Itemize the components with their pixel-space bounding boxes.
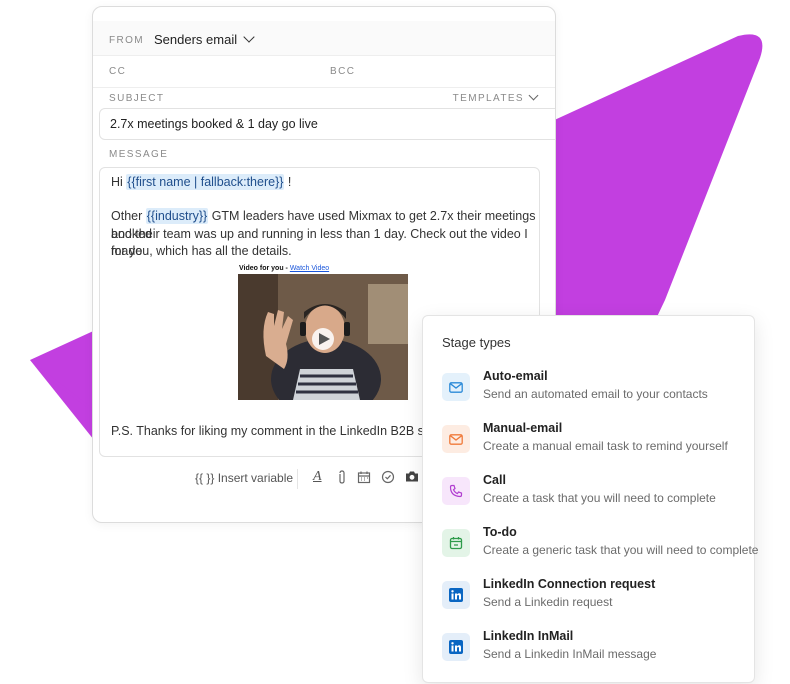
subject-label: SUBJECT (109, 93, 165, 104)
stage-types-panel: Stage types Auto-email Send an automated… (422, 315, 758, 683)
insert-variable-button[interactable]: {{ }} Insert variable (195, 471, 293, 485)
cc-row: CC BCC (93, 55, 555, 88)
stage-name: To-do (483, 525, 517, 539)
envelope-icon (442, 373, 470, 401)
templates-label: TEMPLATES (452, 93, 524, 104)
toolbar-divider (297, 469, 298, 489)
video-caption-text: Video for you - (239, 265, 288, 272)
greeting-text: Hi (111, 175, 123, 189)
cc-field[interactable]: CC (109, 66, 126, 77)
stage-name: Manual-email (483, 421, 563, 435)
calendar-icon[interactable] (357, 470, 371, 487)
chevron-down-icon (528, 90, 539, 101)
linkedin-icon (442, 581, 470, 609)
envelope-icon (442, 425, 470, 453)
stage-auto-email[interactable]: Auto-email Send an automated email to yo… (442, 369, 742, 409)
templates-button[interactable]: TEMPLATES (452, 90, 539, 104)
stage-name: LinkedIn InMail (483, 629, 574, 643)
from-value: Senders email (154, 32, 238, 47)
stage-manual-email[interactable]: Manual-email Create a manual email task … (442, 421, 742, 461)
phone-icon (442, 477, 470, 505)
stage-call[interactable]: Call Create a task that you will need to… (442, 473, 742, 513)
attachment-icon[interactable] (337, 470, 347, 489)
linkedin-icon (442, 633, 470, 661)
from-row[interactable]: FROM Senders email (93, 21, 555, 56)
greeting-end: ! (287, 175, 292, 189)
stage-description: Create a generic task that you will need… (483, 543, 759, 557)
stage-description: Create a manual email task to remind you… (483, 439, 728, 453)
paragraph-line-3: for you, which has all the details. (111, 244, 292, 258)
stage-linkedin-connection[interactable]: LinkedIn Connection request Send a Linke… (442, 577, 742, 617)
stage-name: LinkedIn Connection request (483, 577, 656, 591)
video-caption: Video for you - Watch Video (239, 265, 329, 272)
bcc-field[interactable]: BCC (330, 66, 355, 77)
ps-line: P.S. Thanks for liking my comment in the… (111, 424, 469, 438)
subject-input[interactable]: 2.7x meetings booked & 1 day go live (99, 108, 555, 140)
para-start: Other (111, 209, 143, 223)
watch-video-link[interactable]: Watch Video (290, 265, 329, 272)
stage-description: Send a Linkedin InMail message (483, 647, 657, 661)
text-format-icon[interactable]: A (313, 469, 322, 485)
variable-industry[interactable]: {{industry}} (145, 208, 209, 224)
stage-linkedin-inmail[interactable]: LinkedIn InMail Send a Linkedin InMail m… (442, 629, 742, 669)
stage-name: Call (483, 473, 506, 487)
stage-name: Auto-email (483, 369, 548, 383)
stage-types-title: Stage types (442, 335, 511, 350)
chevron-down-icon (243, 31, 255, 43)
from-select[interactable]: Senders email (154, 31, 255, 47)
video-thumbnail[interactable] (238, 274, 408, 419)
stage-description: Send a Linkedin request (483, 595, 613, 609)
video-frame (238, 274, 408, 419)
from-label: FROM (109, 35, 145, 46)
check-circle-icon[interactable] (381, 470, 395, 487)
calendar-icon (442, 529, 470, 557)
camera-icon[interactable] (405, 470, 419, 486)
stage-description: Create a task that you will need to comp… (483, 491, 716, 505)
variable-first-name[interactable]: {{first name | fallback:there}} (126, 174, 285, 190)
message-label: MESSAGE (109, 149, 169, 160)
stage-description: Send an automated email to your contacts (483, 387, 708, 401)
stage-to-do[interactable]: To-do Create a generic task that you wil… (442, 525, 758, 565)
greeting-line: Hi {{first name | fallback:there}} ! (111, 174, 291, 192)
